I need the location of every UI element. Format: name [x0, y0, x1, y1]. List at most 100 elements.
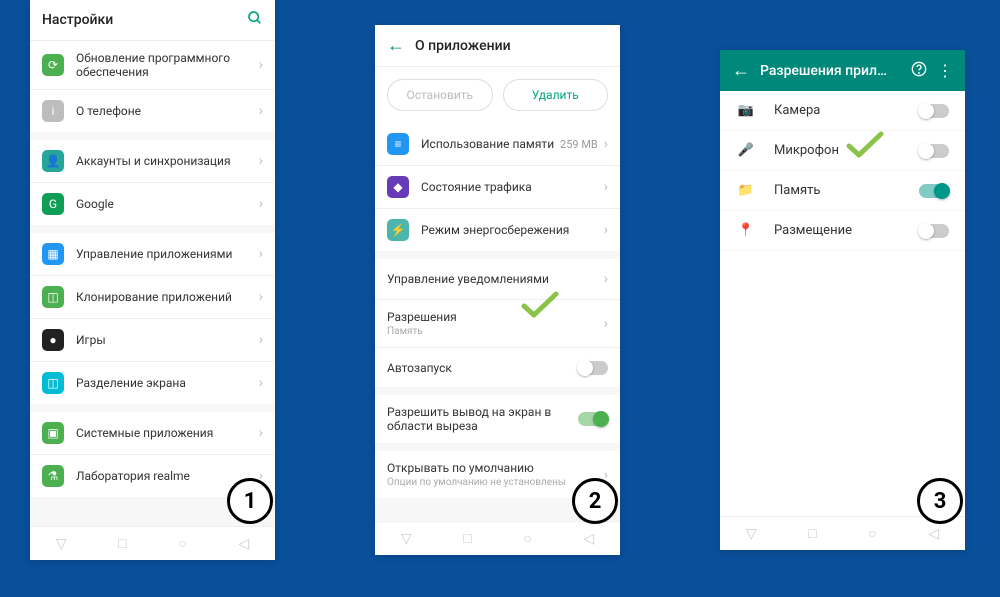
more-icon[interactable]: ⋮ — [937, 61, 953, 80]
nav-home-icon[interactable]: □ — [808, 525, 816, 542]
permission-label: Микрофон — [774, 143, 919, 158]
permission-row[interactable]: 📷 Камера — [720, 91, 965, 131]
nav-bar: ▽ □ ○ ◁ — [30, 526, 275, 560]
phone-permissions: ← Разрешения прил… ⋮ 📷 Камера 🎤 Микрофон 📁 Па… — [720, 50, 965, 550]
settings-row[interactable]: ◫Разделение экрана› — [30, 361, 275, 404]
row-icon: ◫ — [42, 372, 64, 394]
step-badge-1: 1 — [227, 478, 273, 524]
settings-group: ⟳Обновление программного обеспечения›iО … — [30, 41, 275, 132]
row-label: Игры — [76, 333, 259, 347]
row-label: Автозапуск — [387, 361, 578, 375]
app-info-group: Управление уведомлениями›РазрешенияПамят… — [375, 259, 620, 387]
row-label: Режим энергосбережения — [421, 223, 604, 237]
settings-group: 👤Аккаунты и синхронизация›GGoogle› — [30, 140, 275, 225]
header: ← О приложении — [375, 25, 620, 67]
chevron-right-icon: › — [259, 425, 263, 441]
toggle-switch[interactable] — [919, 144, 949, 158]
permission-icon: 📷 — [736, 103, 756, 118]
nav-back-icon[interactable]: ◁ — [238, 536, 249, 552]
chevron-right-icon: › — [259, 153, 263, 169]
settings-row[interactable]: GGoogle› — [30, 182, 275, 225]
app-info-row[interactable]: Управление уведомлениями› — [375, 259, 620, 299]
nav-home-icon[interactable]: □ — [463, 530, 471, 547]
nav-back-icon[interactable]: ◁ — [928, 526, 939, 542]
settings-row[interactable]: ▣Системные приложения› — [30, 412, 275, 454]
row-label: РазрешенияПамять — [387, 310, 604, 337]
chevron-right-icon: › — [259, 332, 263, 348]
row-label: Открывать по умолчаниюОпции по умолчанию… — [387, 461, 604, 488]
nav-home2-icon[interactable]: ○ — [868, 525, 876, 542]
phone-app-info: ← О приложении Остановить Удалить ≡Испол… — [375, 25, 620, 555]
header: Настройки — [30, 0, 275, 41]
app-info-row[interactable]: Автозапуск — [375, 347, 620, 387]
app-info-row[interactable]: Разрешить вывод на экран в области вырез… — [375, 395, 620, 443]
settings-row[interactable]: i О телефоне› — [30, 89, 275, 132]
nav-home2-icon[interactable]: ○ — [523, 530, 531, 547]
stop-button[interactable]: Остановить — [387, 79, 493, 111]
permission-row[interactable]: 📁 Память — [720, 171, 965, 211]
row-label: Google — [76, 197, 259, 211]
chevron-right-icon: › — [259, 289, 263, 305]
app-info-group: Разрешить вывод на экран в области вырез… — [375, 395, 620, 443]
row-label: Разрешить вывод на экран в области вырез… — [387, 405, 578, 433]
permission-icon: 📁 — [736, 183, 756, 198]
settings-row[interactable]: ▦Управление приложениями› — [30, 233, 275, 275]
back-icon[interactable]: ← — [387, 35, 405, 56]
app-info-content: Остановить Удалить ≡Использование памяти… — [375, 67, 620, 521]
header-title: Разрешения прил… — [760, 63, 901, 79]
permission-label: Память — [774, 183, 919, 198]
chevron-right-icon: › — [259, 57, 263, 73]
permission-icon: 🎤 — [736, 143, 756, 158]
toggle-switch[interactable] — [919, 224, 949, 238]
row-label: Аккаунты и синхронизация — [76, 154, 259, 168]
row-icon: ⚗ — [42, 465, 64, 487]
permission-row[interactable]: 📍Размещение — [720, 211, 965, 251]
app-info-group: ≡Использование памяти259 MB› ◆ Состояние т… — [375, 123, 620, 251]
row-label: Состояние трафика — [421, 180, 604, 194]
row-icon: ⚡ — [387, 219, 409, 241]
toggle-switch[interactable] — [578, 361, 608, 375]
chevron-right-icon: › — [259, 246, 263, 262]
chevron-right-icon: › — [604, 222, 608, 238]
chevron-right-icon: › — [604, 316, 608, 332]
app-info-row[interactable]: ≡Использование памяти259 MB› — [375, 123, 620, 165]
nav-recent-icon[interactable]: ▽ — [746, 526, 757, 542]
step-badge-3: 3 — [917, 478, 963, 524]
settings-row[interactable]: ●Игры› — [30, 318, 275, 361]
chevron-right-icon: › — [259, 196, 263, 212]
delete-button[interactable]: Удалить — [503, 79, 609, 111]
permission-label: Размещение — [774, 223, 919, 238]
app-info-row[interactable]: ◆Состояние трафика› — [375, 165, 620, 208]
row-icon: ◆ — [387, 176, 409, 198]
nav-back-icon[interactable]: ◁ — [583, 531, 594, 547]
row-label: Обновление программного обеспечения — [76, 51, 259, 79]
back-icon[interactable]: ← — [732, 60, 750, 81]
search-icon[interactable] — [247, 10, 263, 30]
nav-home2-icon[interactable]: ○ — [178, 535, 186, 552]
settings-row[interactable]: 👤Аккаунты и синхронизация› — [30, 140, 275, 182]
settings-row[interactable]: ⟳ Обновление программного обеспечения› — [30, 41, 275, 89]
step-badge-2: 2 — [572, 478, 618, 524]
header-title: О приложении — [415, 38, 608, 54]
header-title: Настройки — [42, 12, 247, 28]
nav-home-icon[interactable]: □ — [118, 535, 126, 552]
settings-row[interactable]: ◫Клонирование приложений› — [30, 275, 275, 318]
row-label: Управление уведомлениями — [387, 272, 604, 286]
nav-recent-icon[interactable]: ▽ — [401, 531, 412, 547]
row-icon: ⟳ — [42, 54, 64, 76]
permission-label: Камера — [774, 103, 919, 118]
permission-row[interactable]: 🎤 Микрофон — [720, 131, 965, 171]
row-label: О телефоне — [76, 104, 259, 118]
toggle-switch[interactable] — [919, 184, 949, 198]
action-buttons: Остановить Удалить — [375, 67, 620, 123]
help-icon[interactable] — [911, 61, 927, 81]
app-info-row[interactable]: ⚡ Режим энергосбережения› — [375, 208, 620, 251]
toggle-switch[interactable] — [578, 412, 608, 426]
row-label: Системные приложения — [76, 426, 259, 440]
toggle-switch[interactable] — [919, 104, 949, 118]
chevron-right-icon: › — [604, 136, 608, 152]
chevron-right-icon: › — [259, 103, 263, 119]
row-icon: i — [42, 100, 64, 122]
app-info-row[interactable]: РазрешенияПамять› — [375, 299, 620, 347]
nav-recent-icon[interactable]: ▽ — [56, 536, 67, 552]
